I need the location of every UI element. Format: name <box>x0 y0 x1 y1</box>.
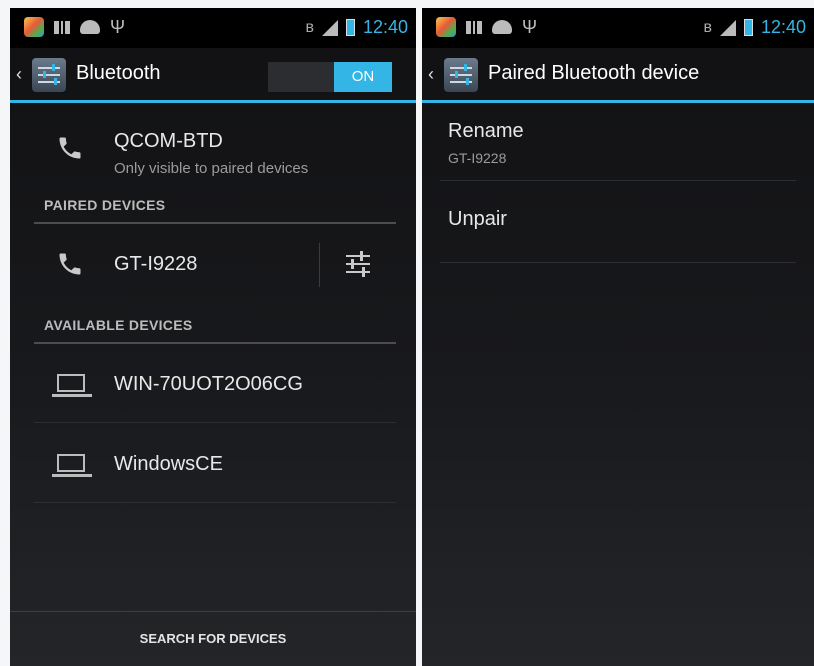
usb-icon: Ψ <box>522 17 538 37</box>
status-bar: Ψ ʙ 12:40 <box>10 8 416 48</box>
bluetooth-toggle[interactable]: ON <box>268 62 392 92</box>
vertical-divider <box>319 243 320 287</box>
signal-icon <box>321 19 338 36</box>
tune-settings-icon <box>346 251 370 277</box>
device-name-value: GT-I9228 <box>448 150 507 166</box>
list-divider <box>440 262 796 263</box>
device-settings-button[interactable] <box>338 240 378 288</box>
paired-device-name: GT-I9228 <box>114 253 198 275</box>
back-caret-icon[interactable]: ‹ <box>428 64 434 85</box>
usb-icon: Ψ <box>110 17 126 37</box>
bluetooth-settings-screen: Ψ ʙ 12:40 ‹ Bluetooth ON QCOM-BTD Only v… <box>10 8 416 666</box>
rename-label: Rename <box>448 120 524 142</box>
section-divider <box>34 342 396 344</box>
paired-devices-header: PAIRED DEVICES <box>44 197 166 213</box>
barcode-icon <box>466 20 482 34</box>
back-caret-icon[interactable]: ‹ <box>16 64 22 85</box>
battery-icon <box>743 19 753 36</box>
android-icon <box>80 20 100 34</box>
clock: 12:40 <box>760 17 806 37</box>
settings-app-icon[interactable] <box>32 58 66 92</box>
gallery-icon <box>436 17 456 37</box>
device-name: QCOM-BTD <box>114 130 223 152</box>
page-title: Paired Bluetooth device <box>488 62 700 84</box>
visibility-status: Only visible to paired devices <box>114 160 309 177</box>
toggle-label: ON <box>334 62 392 92</box>
battery-icon <box>345 19 355 36</box>
phone-icon <box>59 137 81 159</box>
clock: 12:40 <box>362 17 408 37</box>
available-device-row[interactable]: WIN-70UOT2O06CG <box>10 360 416 410</box>
bluetooth-icon: ʙ <box>703 18 712 36</box>
unpair-label: Unpair <box>448 208 507 230</box>
gallery-icon <box>24 17 44 37</box>
paired-device-row[interactable]: GT-I9228 <box>10 240 416 290</box>
page-title: Bluetooth <box>76 62 161 84</box>
laptop-icon <box>52 374 92 398</box>
bluetooth-icon: ʙ <box>305 18 314 36</box>
settings-app-icon[interactable] <box>444 58 478 92</box>
rename-row[interactable]: Rename GT-I9228 <box>422 114 814 178</box>
available-devices-header: AVAILABLE DEVICES <box>44 317 193 333</box>
search-for-devices-button[interactable]: SEARCH FOR DEVICES <box>10 611 416 666</box>
search-button-label: SEARCH FOR DEVICES <box>139 631 287 646</box>
signal-icon <box>719 19 736 36</box>
this-device-row[interactable]: QCOM-BTD Only visible to paired devices <box>10 116 416 186</box>
paired-device-screen: Ψ ʙ 12:40 ‹ Paired Bluetooth device Rena… <box>422 8 814 666</box>
unpair-row[interactable]: Unpair <box>422 198 814 248</box>
action-bar: ‹ Paired Bluetooth device <box>422 48 814 103</box>
laptop-icon <box>52 454 92 478</box>
section-divider <box>34 222 396 224</box>
phone-icon <box>59 253 81 275</box>
list-divider <box>440 180 796 181</box>
available-device-name: WIN-70UOT2O06CG <box>114 373 303 395</box>
list-divider <box>34 502 396 503</box>
list-divider <box>34 422 396 423</box>
available-device-row[interactable]: WindowsCE <box>10 440 416 490</box>
android-icon <box>492 20 512 34</box>
available-device-name: WindowsCE <box>114 453 223 475</box>
action-bar: ‹ Bluetooth ON <box>10 48 416 103</box>
barcode-icon <box>54 20 70 34</box>
status-bar: Ψ ʙ 12:40 <box>422 8 814 48</box>
